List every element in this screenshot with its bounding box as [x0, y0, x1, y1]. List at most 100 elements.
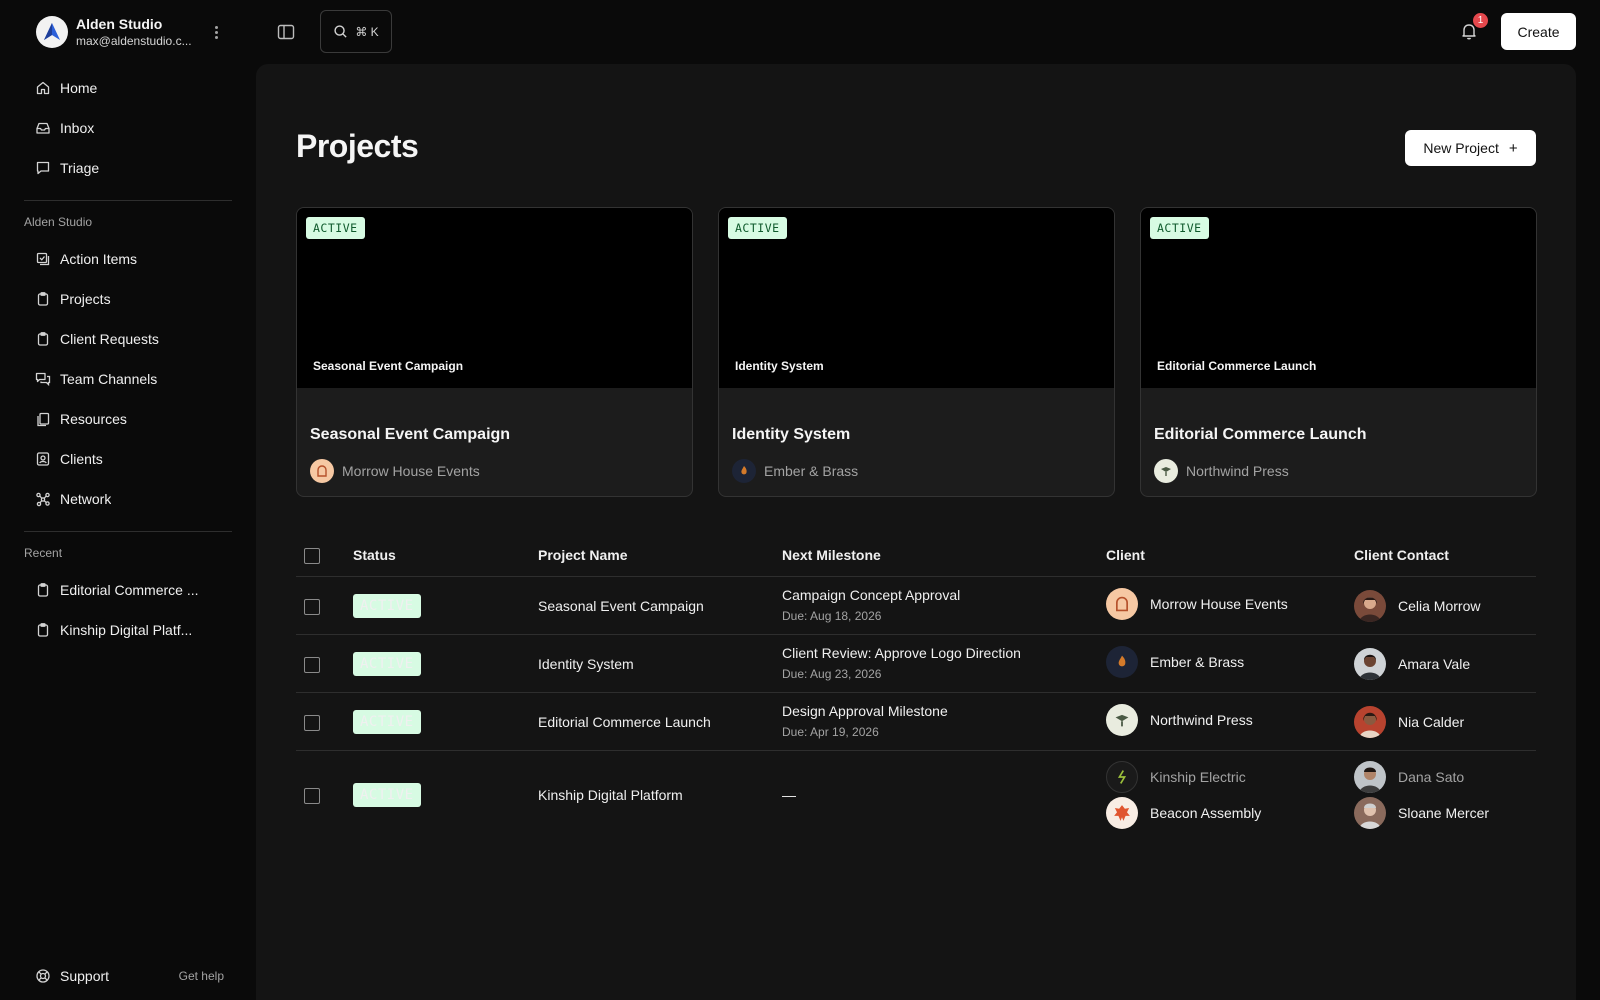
cover-label: Seasonal Event Campaign: [313, 359, 464, 373]
nav-home[interactable]: Home: [28, 72, 232, 104]
get-help-link[interactable]: Get help: [179, 969, 224, 983]
project-name[interactable]: Kinship Digital Platform: [538, 787, 683, 803]
nav-action-items[interactable]: Action Items: [28, 243, 232, 275]
client-entry: Beacon Assembly: [1106, 797, 1261, 829]
client-name: Morrow House Events: [1150, 596, 1288, 612]
support-label: Support: [60, 968, 110, 984]
project-name[interactable]: Identity System: [538, 656, 634, 672]
contact-name: Dana Sato: [1398, 769, 1465, 785]
nav-label: Inbox: [60, 120, 95, 136]
column-header[interactable]: Client Contact: [1354, 547, 1449, 563]
status-badge: ACTIVE: [353, 594, 421, 618]
recent-item[interactable]: Kinship Digital Platf...: [28, 614, 232, 646]
card-client: Ember & Brass: [732, 459, 858, 483]
search-icon: [334, 25, 347, 38]
nav-label: Network: [60, 491, 112, 507]
contact-name: Celia Morrow: [1398, 598, 1481, 614]
table-row[interactable]: ACTIVE Kinship Digital Platform — Kinshi…: [296, 751, 1536, 839]
card-title: Seasonal Event Campaign: [310, 426, 511, 443]
row-checkbox[interactable]: [304, 657, 320, 673]
milestone-title: Campaign Concept Approval: [782, 587, 961, 603]
nav-projects[interactable]: Projects: [28, 283, 232, 315]
workspace-name: Alden Studio: [76, 16, 163, 32]
clipboard-icon: [37, 583, 49, 597]
sidebar-toggle-icon[interactable]: [274, 20, 298, 44]
contact-entry: Sloane Mercer: [1354, 797, 1489, 829]
create-button[interactable]: Create: [1501, 13, 1576, 50]
support-link[interactable]: Support Get help: [28, 960, 224, 992]
client-entry: Kinship Electric: [1106, 761, 1261, 793]
new-project-label: New Project: [1423, 140, 1499, 156]
project-cover-image: ACTIVE Editorial Commerce Launch: [1141, 208, 1536, 388]
search-button[interactable]: ⌘ K: [320, 10, 392, 53]
nav-triage[interactable]: Triage: [28, 152, 232, 184]
ember-brass-logo: [732, 459, 756, 483]
project-card[interactable]: ACTIVE Editorial Commerce Launch Editori…: [1140, 207, 1537, 497]
status-badge: ACTIVE: [1150, 217, 1209, 239]
contact-cell: Amara Vale: [1354, 648, 1470, 680]
nav-clients[interactable]: Clients: [28, 443, 232, 475]
nav-label: Home: [60, 80, 98, 96]
project-card[interactable]: ACTIVE Seasonal Event Campaign Seasonal …: [296, 207, 693, 497]
contact-avatar: [1354, 648, 1386, 680]
northwind-press-logo: [1154, 459, 1178, 483]
column-header[interactable]: Status: [353, 547, 396, 563]
more-vertical-icon[interactable]: [211, 22, 222, 43]
sidebar-divider: [24, 531, 232, 532]
client-name: Northwind Press: [1150, 712, 1253, 728]
next-milestone: Client Review: Approve Logo Direction Du…: [782, 645, 1021, 682]
clipboard-icon: [37, 623, 49, 637]
client-cell: Kinship Electric Beacon Assembly: [1106, 761, 1261, 829]
column-header[interactable]: Project Name: [538, 547, 627, 563]
new-project-button[interactable]: New Project +: [1405, 130, 1536, 166]
select-all-checkbox[interactable]: [304, 548, 320, 564]
beacon-assembly-logo: [1106, 797, 1138, 829]
project-cover-image: ACTIVE Seasonal Event Campaign: [297, 208, 692, 388]
plus-icon: +: [1508, 139, 1518, 157]
page-title: Projects: [296, 128, 419, 164]
column-header[interactable]: Next Milestone: [782, 547, 881, 563]
recent-item[interactable]: Editorial Commerce ...: [28, 574, 232, 606]
nav-resources[interactable]: Resources: [28, 403, 232, 435]
column-header[interactable]: Client: [1106, 547, 1145, 563]
copy-icon: [37, 412, 50, 427]
nav-label: Clients: [60, 451, 103, 467]
cover-label: Identity System: [735, 359, 824, 373]
project-card[interactable]: ACTIVE Identity System Identity System E…: [718, 207, 1115, 497]
checklist-icon: [36, 252, 50, 266]
recent-label: Recent: [24, 546, 63, 560]
nav-network[interactable]: Network: [28, 483, 232, 515]
kinship-electric-logo: [1106, 761, 1138, 793]
workspace-logo: [36, 16, 68, 48]
nav-client-requests[interactable]: Client Requests: [28, 323, 232, 355]
contact-name: Sloane Mercer: [1398, 805, 1490, 821]
chat-icon: [36, 161, 50, 175]
nav-inbox[interactable]: Inbox: [28, 112, 232, 144]
card-client: Morrow House Events: [310, 459, 480, 483]
table-row[interactable]: ACTIVE Identity System Client Review: Ap…: [296, 635, 1536, 693]
milestone-title: Client Review: Approve Logo Direction: [782, 645, 1021, 661]
recent-label-text: Editorial Commerce ...: [60, 582, 199, 598]
network-icon: [36, 492, 50, 507]
ember-brass-logo: [1106, 646, 1138, 678]
nav-team-channels[interactable]: Team Channels: [28, 363, 232, 395]
northwind-press-logo: [1106, 704, 1138, 736]
project-name[interactable]: Editorial Commerce Launch: [538, 714, 711, 730]
row-checkbox[interactable]: [304, 599, 320, 615]
notification-badge: 1: [1473, 13, 1488, 28]
table-row[interactable]: ACTIVE Editorial Commerce Launch Design …: [296, 693, 1536, 751]
table-row[interactable]: ACTIVE Seasonal Event Campaign Campaign …: [296, 577, 1536, 635]
row-checkbox[interactable]: [304, 788, 320, 804]
client-name: Ember & Brass: [764, 463, 859, 479]
row-checkbox[interactable]: [304, 715, 320, 731]
project-name[interactable]: Seasonal Event Campaign: [538, 598, 704, 614]
projects-table: Status Project Name Next Milestone Clien…: [296, 533, 1536, 839]
workspace-switcher[interactable]: Alden Studio max@aldenstudio.c...: [36, 15, 222, 49]
status-badge: ACTIVE: [306, 217, 365, 239]
nav-label: Client Requests: [60, 331, 159, 347]
next-milestone: Campaign Concept Approval Due: Aug 18, 2…: [782, 587, 960, 624]
contact-name: Amara Vale: [1398, 656, 1471, 672]
contact-cell: Celia Morrow: [1354, 590, 1480, 622]
sidebar: Alden Studio max@aldenstudio.c... Home I…: [0, 0, 252, 1000]
nav-label: Action Items: [60, 251, 138, 267]
